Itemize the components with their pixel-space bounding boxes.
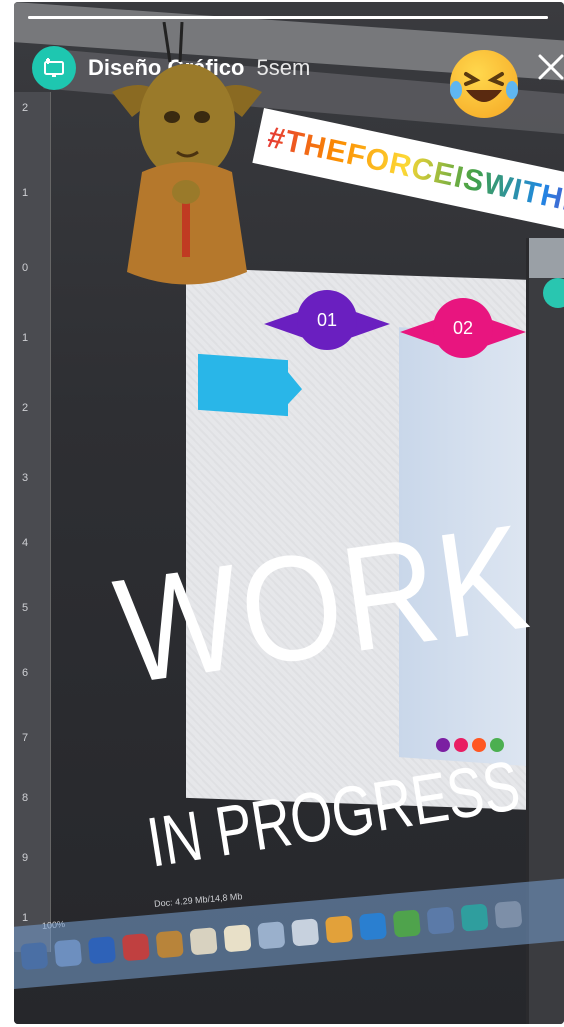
- laughing-emoji-glyph: [450, 72, 518, 102]
- dock-app-icon: [257, 921, 286, 950]
- yoda-figure-sticker: [102, 21, 272, 292]
- story-viewer[interactable]: 2 1 0 1 2 3 4 5 6 7 8 9 1 01 02 Doc: 4.2…: [14, 2, 564, 1024]
- story-progress-fill: [28, 16, 548, 19]
- ruler-mark: 2: [22, 402, 29, 414]
- ruler-mark: 9: [22, 852, 29, 864]
- ruler-mark: 8: [22, 792, 29, 804]
- second-monitor-titlebar: [529, 238, 564, 278]
- laughing-emoji-icon: [450, 50, 518, 118]
- dock-app-icon: [291, 918, 320, 947]
- dock-app-icon: [53, 939, 83, 968]
- close-icon[interactable]: [534, 50, 564, 84]
- story-progress-bar: [28, 16, 548, 19]
- dock-app-icon: [392, 909, 421, 938]
- dock-app-icon: [189, 927, 218, 956]
- mac-dock: [14, 877, 564, 989]
- step-badge-01: 01: [264, 290, 390, 352]
- ruler-mark: 1: [22, 187, 29, 199]
- ruler-mark: 1: [22, 332, 29, 344]
- dot-pink: [454, 738, 468, 752]
- ruler-mark: 1: [22, 912, 29, 924]
- design-monitor-icon[interactable]: [32, 46, 76, 90]
- dock-app-icon: [155, 930, 184, 959]
- blue-arrow-block: [198, 353, 288, 417]
- dock-app-icon: [223, 924, 252, 953]
- dock-app-icon: [358, 912, 388, 941]
- second-monitor-avatar: [543, 278, 564, 308]
- vertical-ruler: 2 1 0 1 2 3 4 5 6 7 8 9 1: [14, 92, 51, 952]
- dock-app-icon: [121, 933, 150, 962]
- ruler-mark: 3: [22, 472, 29, 484]
- close-glyph: [538, 54, 564, 80]
- badge-number: 02: [433, 298, 493, 358]
- ruler-mark: 0: [22, 262, 29, 274]
- ruler-mark: 5: [22, 602, 29, 614]
- yoda-figure-image: [112, 21, 262, 285]
- dock-app-icon: [20, 942, 49, 971]
- ruler-mark: 2: [22, 102, 29, 114]
- dock-app-icon: [494, 900, 523, 929]
- ruler-mark: 7: [22, 732, 29, 744]
- doc-size-readout: Doc: 4.29 Mb/14,8 Mb: [153, 891, 243, 909]
- dock-app-icon: [324, 915, 354, 944]
- dot-purple: [436, 738, 450, 752]
- badge-number: 01: [297, 290, 357, 350]
- dock-app-icon: [460, 903, 489, 932]
- dock-app-icon: [87, 936, 117, 965]
- step-badge-02: 02: [400, 298, 526, 360]
- ruler-mark: 4: [22, 537, 29, 549]
- ruler-mark: 6: [22, 667, 29, 679]
- design-monitor-glyph: [44, 58, 64, 77]
- dock-app-icon: [426, 906, 455, 935]
